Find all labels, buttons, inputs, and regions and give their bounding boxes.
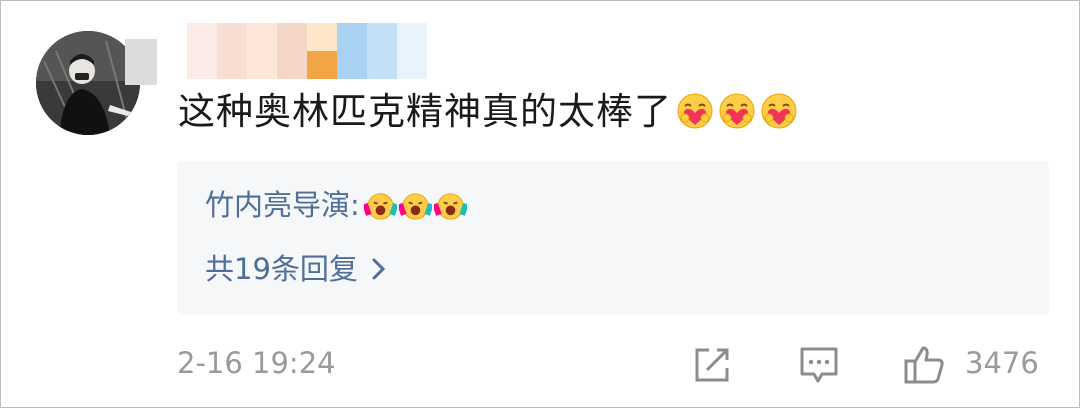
mosaic-block — [277, 23, 307, 79]
mosaic-block — [187, 23, 217, 79]
comment-body: 这种奥林匹克精神真的太棒了 — [178, 87, 798, 137]
comment-emoji-row — [676, 92, 798, 130]
reply-separator: : — [350, 188, 360, 222]
cheering-emoji-icon — [433, 193, 467, 220]
comment-icon[interactable] — [798, 344, 840, 386]
mosaic-block — [157, 23, 187, 79]
mosaic-block — [337, 23, 367, 79]
heart-hug-emoji-icon — [677, 93, 713, 129]
reply-line: 竹内亮导演: — [205, 183, 467, 227]
heart-hug-emoji-icon — [761, 93, 797, 129]
thumbs-up-icon[interactable] — [903, 344, 945, 386]
comment-card: 这种奥林匹克精神真的太棒了 竹内亮导演: 共19条回复 2-16 19:24 3… — [0, 0, 1080, 408]
cheering-emoji-icon — [363, 193, 397, 220]
heart-hug-emoji-icon — [719, 93, 755, 129]
mosaic-block — [367, 23, 397, 79]
timestamp: 2-16 19:24 — [177, 346, 336, 380]
reply-emoji-row — [363, 188, 467, 221]
chevron-right-icon — [372, 258, 386, 280]
cheering-emoji-icon — [398, 193, 432, 220]
blurred-username[interactable] — [125, 23, 427, 85]
like-count: 3476 — [965, 346, 1039, 380]
comment-text: 这种奥林匹克精神真的太棒了 — [178, 90, 672, 133]
share-icon[interactable] — [691, 344, 733, 386]
mosaic-block — [125, 39, 157, 85]
view-replies-link[interactable]: 共19条回复 — [205, 247, 390, 291]
mosaic-block — [307, 23, 337, 79]
reply-author[interactable]: 竹内亮导演 — [205, 188, 350, 222]
reply-count-text: 共19条回复 — [205, 252, 358, 286]
mosaic-block — [397, 23, 427, 79]
mosaic-block — [247, 23, 277, 79]
reply-preview[interactable]: 竹内亮导演: 共19条回复 — [177, 161, 1049, 315]
mosaic-block — [217, 23, 247, 79]
